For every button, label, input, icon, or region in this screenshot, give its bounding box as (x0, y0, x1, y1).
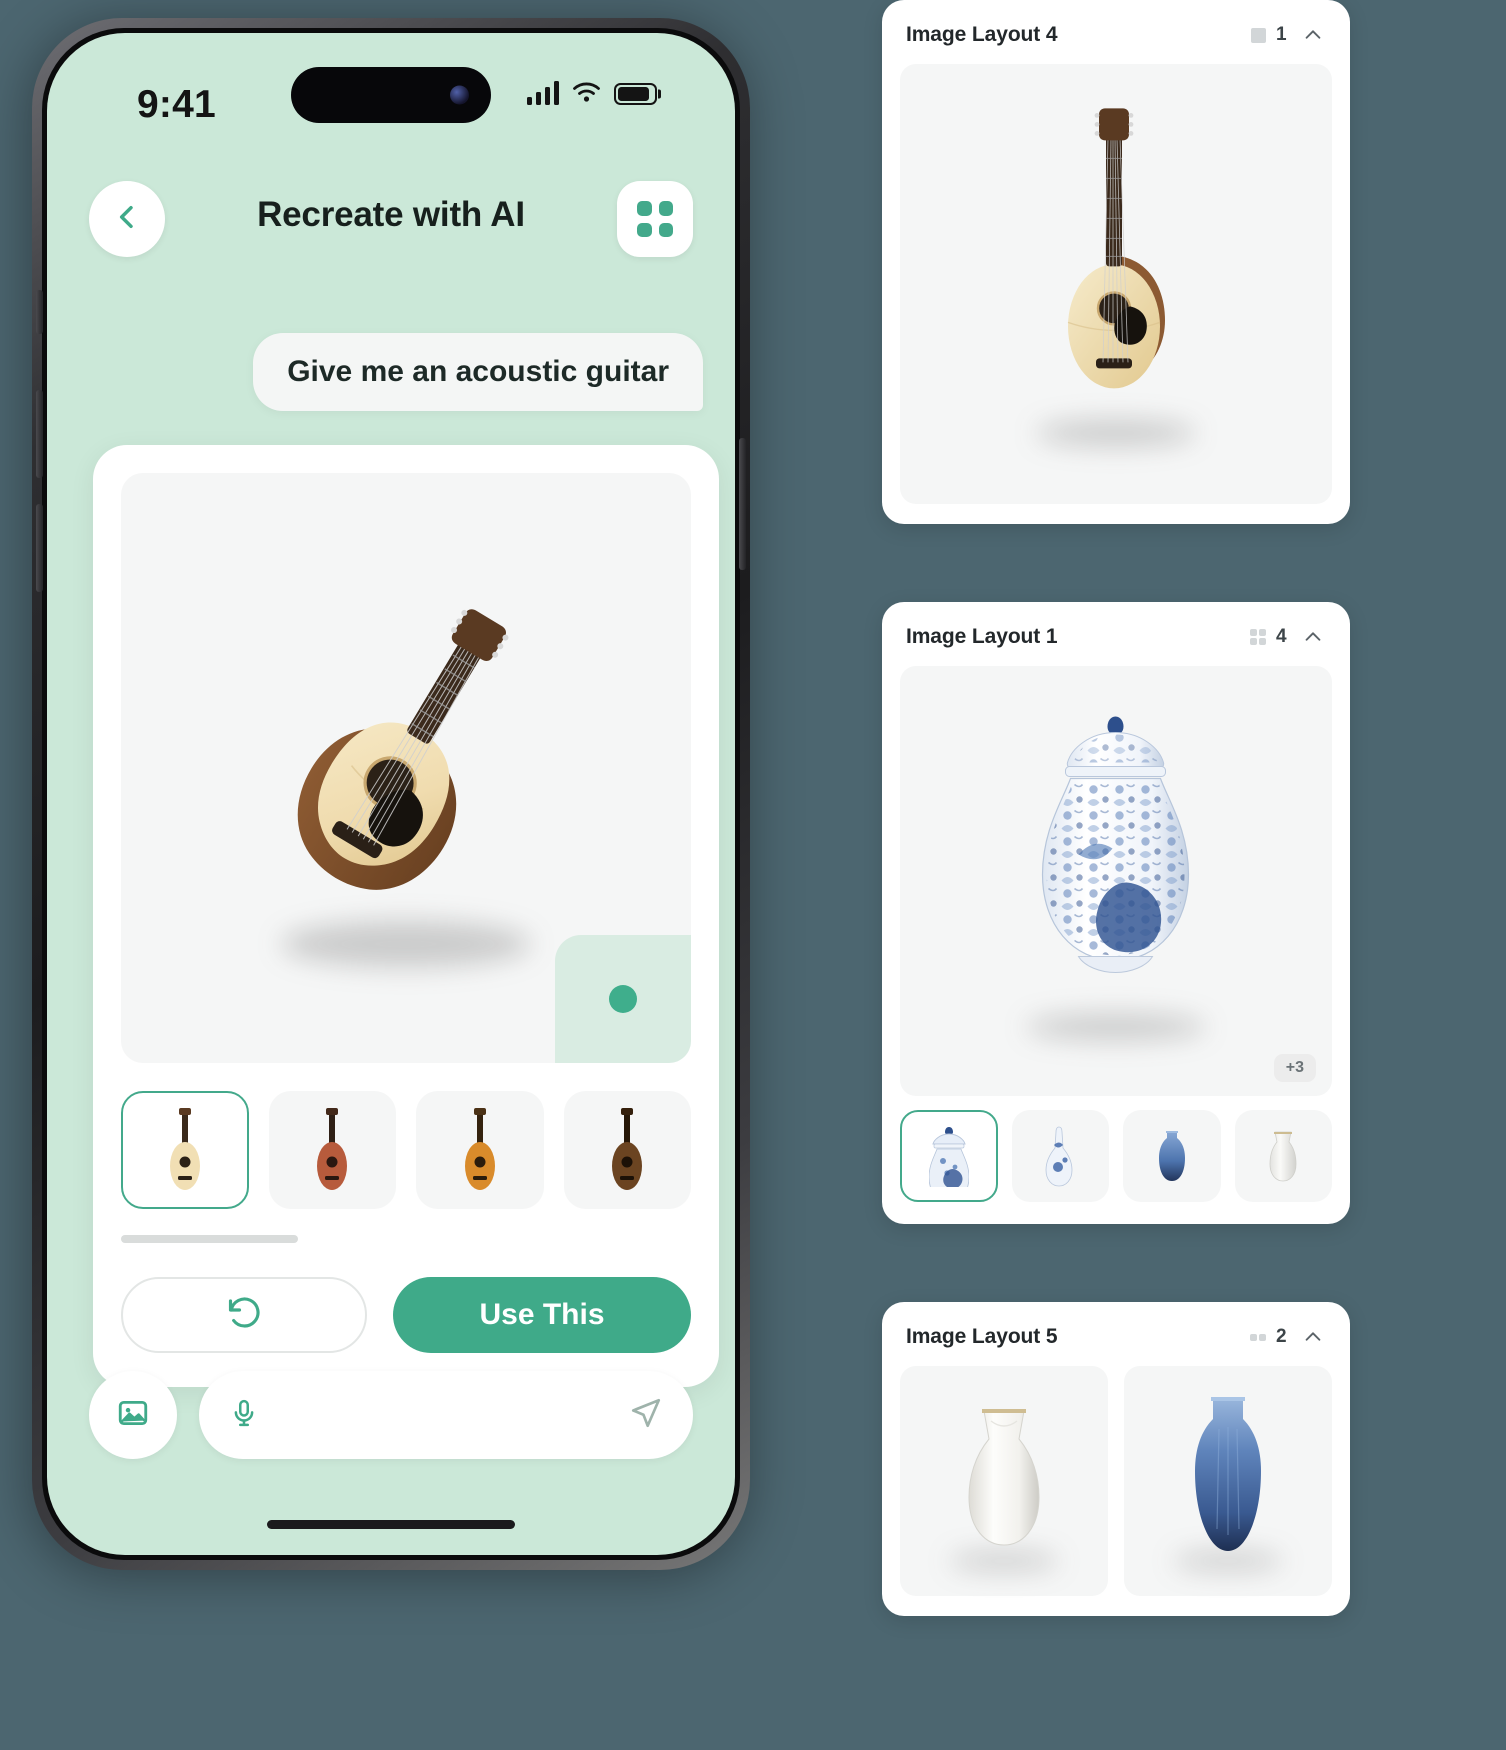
undo-arrow-icon (226, 1295, 262, 1336)
volume-up-button[interactable] (36, 390, 43, 478)
variant-thumbnail[interactable] (563, 1091, 691, 1209)
grid-cell-icon (658, 201, 673, 216)
layout-grid-icon (1249, 628, 1266, 646)
phone-mockup: 9:41 Recreate with AI Give me an acousti… (18, 8, 768, 1588)
layout-panels: Image Layout 4 1 Image Layout 1 4 +3 Ima… (882, 0, 1350, 1694)
chevron-up-icon[interactable] (1300, 624, 1326, 650)
layout-card-header[interactable]: Image Layout 5 2 (882, 1302, 1350, 1366)
phone-bezel: 9:41 Recreate with AI Give me an acousti… (42, 28, 740, 1560)
thumbnail-scrollbar[interactable] (121, 1235, 691, 1243)
hero-preview[interactable] (121, 473, 691, 1063)
power-button[interactable] (739, 438, 746, 570)
use-this-label: Use This (479, 1298, 605, 1331)
card-actions: Use This (121, 1277, 691, 1353)
guitar-image (195, 536, 616, 973)
image-picker-button[interactable] (89, 1371, 177, 1459)
layout-card-title: Image Layout 5 (906, 1325, 1058, 1348)
layout-card: Image Layout 5 2 (882, 1302, 1350, 1616)
layout-card: Image Layout 4 1 (882, 0, 1350, 524)
grid-cell-icon (658, 222, 673, 237)
status-dot-icon (609, 985, 637, 1013)
grid-view-button[interactable] (617, 181, 693, 257)
white-vase-image (958, 1399, 1050, 1564)
send-icon[interactable] (629, 1396, 663, 1435)
phone-frame: 9:41 Recreate with AI Give me an acousti… (32, 18, 750, 1570)
wifi-icon (572, 81, 601, 105)
layout-card-title: Image Layout 1 (906, 625, 1058, 648)
silence-switch[interactable] (36, 290, 43, 334)
chevron-up-icon[interactable] (1300, 1324, 1326, 1350)
dynamic-island (291, 67, 491, 123)
layout-thumbnail[interactable] (900, 1110, 998, 1202)
layout-thumbnail[interactable] (1123, 1110, 1221, 1202)
chevron-up-icon[interactable] (1300, 22, 1326, 48)
layout-thumbnail[interactable] (1234, 1110, 1332, 1202)
message-input-field[interactable] (199, 1371, 693, 1459)
front-camera-icon (450, 85, 469, 105)
variant-thumbnail[interactable] (416, 1091, 544, 1209)
layout-count: 2 (1276, 1326, 1287, 1347)
variant-thumbnail-list (121, 1091, 691, 1209)
grid-cell-icon (637, 201, 652, 216)
blue-vase-image (1181, 1389, 1275, 1564)
image-picker-icon (116, 1396, 150, 1435)
layout-count: 4 (1276, 626, 1287, 647)
additional-count-badge: +3 (1273, 1054, 1316, 1082)
status-clock: 9:41 (137, 83, 216, 126)
layout-duo-icon (1249, 1333, 1266, 1341)
variant-thumbnail[interactable] (268, 1091, 396, 1209)
layout-stage[interactable] (900, 64, 1332, 504)
hero-status-corner[interactable] (555, 935, 691, 1063)
volume-down-button[interactable] (36, 504, 43, 592)
battery-icon (614, 83, 657, 105)
ginger-jar-image (1009, 705, 1224, 1040)
layout-card: Image Layout 1 4 +3 (882, 602, 1350, 1224)
grid-cell-icon (637, 222, 652, 237)
layout-card-body: +3 (882, 666, 1350, 1110)
cellular-signal-icon (526, 81, 559, 105)
use-this-button[interactable]: Use This (393, 1277, 691, 1353)
home-indicator[interactable] (267, 1520, 515, 1529)
layout-count: 1 (1276, 24, 1287, 45)
message-composer (89, 1371, 693, 1459)
layout-card-title: Image Layout 4 (906, 23, 1058, 46)
layout-stage[interactable] (900, 1366, 1108, 1596)
result-card: Use This (93, 445, 719, 1387)
layout-single-icon (1251, 27, 1266, 43)
status-indicators (526, 81, 657, 105)
status-bar: 9:41 (47, 33, 735, 151)
layout-stage[interactable]: +3 (900, 666, 1332, 1096)
undo-button[interactable] (121, 1277, 367, 1353)
layout-card-header[interactable]: Image Layout 1 4 (882, 602, 1350, 666)
microphone-icon[interactable] (229, 1398, 259, 1433)
app-header: Recreate with AI (47, 181, 735, 265)
chat-message-row: Give me an acoustic guitar (253, 333, 703, 411)
layout-duo-stages (882, 1366, 1350, 1616)
layout-thumbnail[interactable] (1011, 1110, 1109, 1202)
layout-card-body (882, 64, 1350, 524)
layout-stage[interactable] (1124, 1366, 1332, 1596)
guitar-image (1051, 96, 1181, 431)
layout-thumbnail-list (882, 1110, 1350, 1224)
variant-thumbnail[interactable] (121, 1091, 249, 1209)
phone-screen: 9:41 Recreate with AI Give me an acousti… (47, 33, 735, 1555)
user-message-bubble: Give me an acoustic guitar (253, 333, 703, 411)
layout-card-header[interactable]: Image Layout 4 1 (882, 0, 1350, 64)
